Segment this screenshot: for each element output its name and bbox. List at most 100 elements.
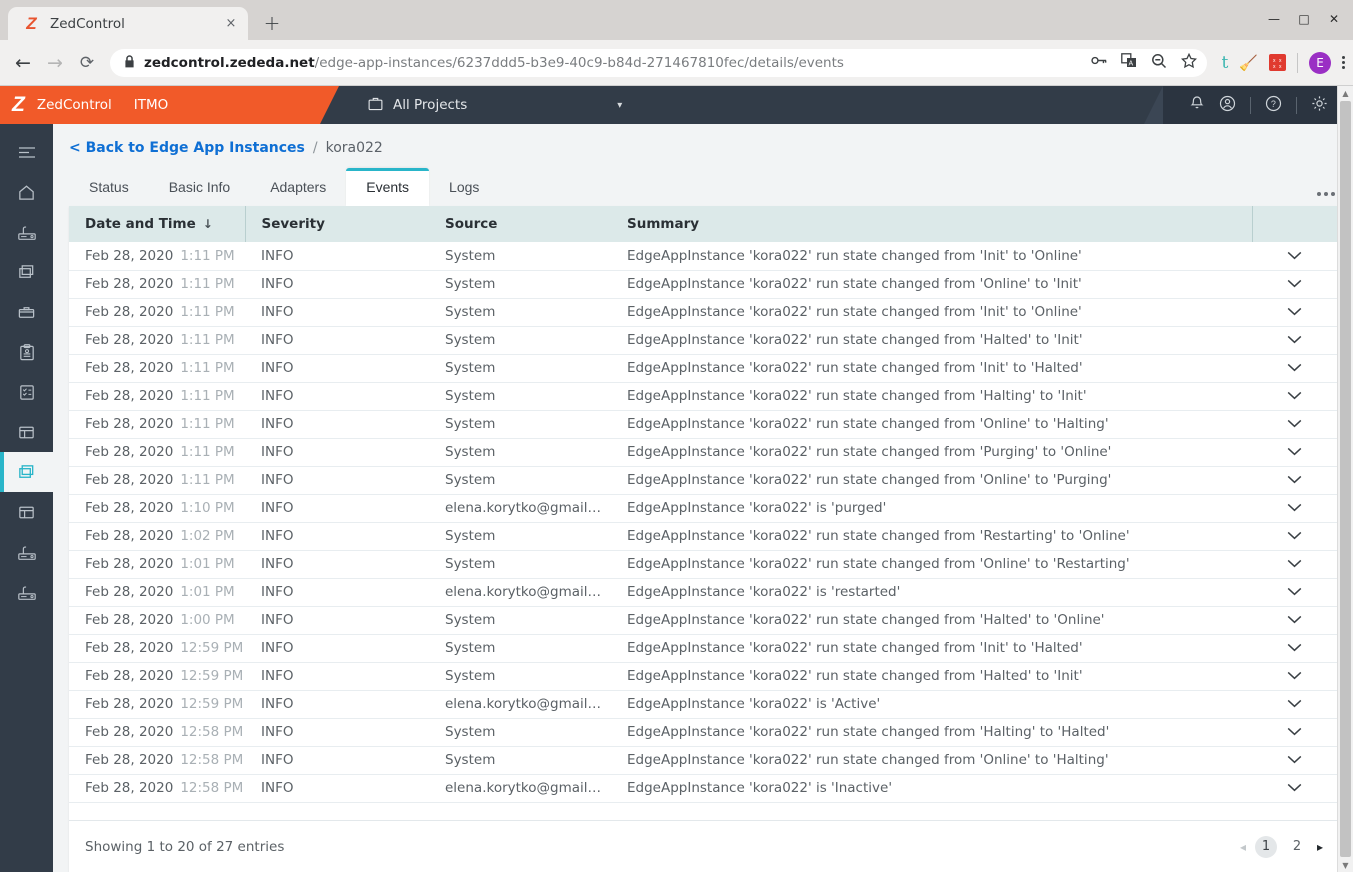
next-page-button[interactable]: ▸ [1317,840,1323,854]
scroll-up-icon[interactable]: ▲ [1342,86,1348,100]
tab-adapters[interactable]: Adapters [250,168,346,206]
reload-icon[interactable]: ⟳ [72,48,102,78]
tab-logs[interactable]: Logs [429,168,499,206]
table-row[interactable]: Feb 28, 2020 1:11 PM INFO System EdgeAppInst… [69,438,1337,467]
sidebar-item-device-configs[interactable] [0,572,53,612]
column-header-date-and-time[interactable]: Date and Time ↓ [69,206,245,242]
maximize-window-button[interactable]: □ [1291,8,1317,30]
table-row[interactable]: Feb 28, 2020 1:11 PM INFO System EdgeAppInst… [69,410,1337,439]
forward-icon[interactable]: → [40,48,70,78]
address-bar[interactable]: zedcontrol.zededa.net /edge-app-instance… [110,48,1208,77]
user-account-icon[interactable] [1219,95,1236,116]
zoom-out-icon[interactable] [1151,53,1167,73]
back-icon[interactable]: ← [8,48,38,78]
table-row[interactable]: Feb 28, 2020 12:59 PM INFO elena.korytko@gm… [69,690,1337,719]
translate-icon[interactable]: A [1121,53,1137,72]
expand-row-chevron-down-icon[interactable] [1252,718,1337,747]
expand-row-chevron-down-icon[interactable] [1252,494,1337,523]
browser-tab[interactable]: Z ZedControl × [8,7,248,40]
new-tab-button[interactable]: + [258,9,286,37]
table-row[interactable]: Feb 28, 2020 1:10 PM INFO elena.korytko@gma… [69,494,1337,523]
expand-row-chevron-down-icon[interactable] [1252,466,1337,495]
expand-row-chevron-down-icon[interactable] [1252,410,1337,439]
expand-row-chevron-down-icon[interactable] [1252,746,1337,775]
expand-row-chevron-down-icon[interactable] [1252,438,1337,467]
tab-events[interactable]: Events [346,168,430,206]
sidebar-item-home[interactable] [0,172,53,212]
expand-row-chevron-down-icon[interactable] [1252,634,1337,663]
table-row[interactable]: Feb 28, 2020 1:11 PM INFO System EdgeAppInst… [69,242,1337,271]
table-row[interactable]: Feb 28, 2020 1:02 PM INFO System EdgeAppInst… [69,522,1337,551]
column-header-summary[interactable]: Summary [611,206,1252,242]
table-row[interactable]: Feb 28, 2020 1:11 PM INFO System EdgeAppInst… [69,382,1337,411]
cell-summary: EdgeAppInstance 'kora022' run state chan… [611,466,1252,495]
help-icon[interactable]: ? [1265,95,1282,116]
table-row[interactable]: Feb 28, 2020 1:01 PM INFO elena.korytko@gma… [69,578,1337,607]
sidebar-item-projects[interactable] [0,412,53,452]
previous-page-button[interactable]: ◂ [1240,840,1246,854]
table-row[interactable]: Feb 28, 2020 1:01 PM INFO System EdgeAppInst… [69,550,1337,579]
sidebar-item-volumes[interactable] [0,292,53,332]
expand-row-chevron-down-icon[interactable] [1252,606,1337,635]
expand-row-chevron-down-icon[interactable] [1252,298,1337,327]
table-row[interactable]: Feb 28, 2020 1:11 PM INFO System EdgeAppInst… [69,298,1337,327]
more-options-icon[interactable] [1317,192,1335,196]
tab-status[interactable]: Status [69,168,149,206]
table-row[interactable]: Feb 28, 2020 1:11 PM INFO System EdgeAppInst… [69,270,1337,299]
key-icon[interactable] [1091,54,1107,71]
adblock-extension-icon[interactable]: xxxx [1269,54,1286,71]
settings-gear-icon[interactable] [1311,95,1328,116]
table-row[interactable]: Feb 28, 2020 12:58 PM INFO System EdgeAppIns… [69,746,1337,775]
expand-row-chevron-down-icon[interactable] [1252,522,1337,551]
browser-vertical-scrollbar[interactable]: ▲ ▼ [1337,86,1353,872]
sidebar-item-device-models[interactable] [0,532,53,572]
column-header-severity[interactable]: Severity [244,206,429,242]
tumblr-extension-icon[interactable]: t [1221,53,1228,73]
back-to-edge-app-instances-link[interactable]: < Back to Edge App Instances [69,140,305,156]
expand-row-chevron-down-icon[interactable] [1252,690,1337,719]
sidebar-item-jobs[interactable] [0,332,53,372]
table-row[interactable]: Feb 28, 2020 12:58 PM INFO elena.korytko@gm… [69,774,1337,803]
table-row[interactable]: Feb 28, 2020 1:00 PM INFO System EdgeAppInst… [69,606,1337,635]
tab-basic-info[interactable]: Basic Info [149,168,250,206]
scroll-down-icon[interactable]: ▼ [1342,858,1348,872]
sidebar-item-menu-toggle[interactable] [0,132,53,172]
minimize-window-button[interactable]: — [1261,8,1287,30]
table-row[interactable]: Feb 28, 2020 12:58 PM INFO System EdgeAppIns… [69,718,1337,747]
expand-row-chevron-down-icon[interactable] [1252,662,1337,691]
cell-date: Feb 28, 2020 [85,556,174,572]
project-selector[interactable]: All Projects ▾ [368,96,622,115]
page-button-1[interactable]: 1 [1254,835,1277,858]
sidebar-item-edge-nodes[interactable] [0,212,53,252]
sidebar-item-edge-apps[interactable] [0,252,53,292]
expand-row-chevron-down-icon[interactable] [1252,578,1337,607]
expand-row-chevron-down-icon[interactable] [1252,242,1337,271]
column-header-source[interactable]: Source [429,206,611,242]
scrollbar-thumb[interactable] [1340,101,1351,857]
expand-row-chevron-down-icon[interactable] [1252,326,1337,355]
expand-row-chevron-down-icon[interactable] [1252,270,1337,299]
page-button-2[interactable]: 2 [1286,836,1308,858]
table-row[interactable]: Feb 28, 2020 12:59 PM INFO System EdgeAppIns… [69,634,1337,663]
expand-row-chevron-down-icon[interactable] [1252,354,1337,383]
profile-avatar[interactable]: E [1309,51,1331,74]
chrome-menu-icon[interactable] [1342,56,1345,69]
table-row[interactable]: Feb 28, 2020 12:59 PM INFO System EdgeAppIns… [69,662,1337,691]
expand-row-chevron-down-icon[interactable] [1252,382,1337,411]
broom-extension-icon[interactable]: 🧹 [1239,54,1258,72]
expand-row-chevron-down-icon[interactable] [1252,774,1337,803]
sidebar-item-edge-app-instances[interactable] [0,452,53,492]
table-row[interactable]: Feb 28, 2020 1:11 PM INFO System EdgeAppInst… [69,354,1337,383]
events-table-head: Date and Time ↓ Severity Source Summary [69,206,1337,242]
table-row[interactable]: Feb 28, 2020 1:11 PM INFO System EdgeAppInst… [69,466,1337,495]
sidebar-item-policies[interactable] [0,372,53,412]
notifications-bell-icon[interactable] [1189,95,1205,115]
chevron-down-icon[interactable]: ▾ [617,100,622,111]
bookmark-star-icon[interactable] [1181,52,1198,73]
close-window-button[interactable]: ✕ [1321,8,1347,30]
close-tab-icon[interactable]: × [222,15,240,33]
expand-row-chevron-down-icon[interactable] [1252,550,1337,579]
table-row[interactable]: Feb 28, 2020 1:11 PM INFO System EdgeAppInst… [69,326,1337,355]
cell-severity: INFO [245,298,429,327]
sidebar-item-network-instances[interactable] [0,492,53,532]
